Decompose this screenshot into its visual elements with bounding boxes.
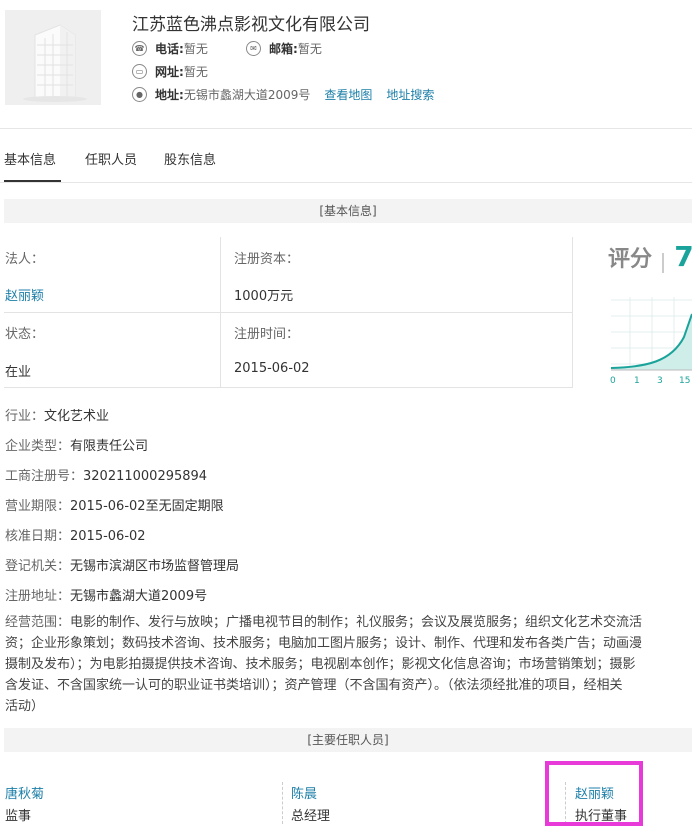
approval-date-row: 核准日期：2015-06-02	[5, 525, 146, 544]
registration-authority-value: 无锡市滨湖区市场监督管理局	[70, 559, 240, 574]
staff-name-link[interactable]: 陈晨	[291, 783, 330, 802]
capital-label: 注册资本：	[234, 252, 300, 267]
website-value: 暂无	[183, 65, 208, 79]
registered-address-label: 注册地址：	[5, 589, 71, 604]
address-search-link[interactable]: 地址搜索	[386, 86, 434, 103]
staff-role: 监事	[5, 809, 32, 824]
staff-role: 总经理	[291, 809, 331, 824]
capital-value: 1000万元	[234, 289, 294, 304]
approval-date-label: 核准日期：	[5, 529, 71, 544]
score-value: 74	[674, 240, 692, 273]
score-chart: 0 1 3 15	[610, 297, 692, 386]
score-label: 评分	[608, 247, 653, 272]
tab-divider	[0, 182, 692, 183]
score-tick-3: 15	[679, 376, 690, 386]
reg-number-label: 工商注册号：	[5, 469, 84, 484]
business-scope-clip: 经营范围：电影的制作、发行与放映；广播电视节目的制作；礼仪服务；会议及展览服务；…	[0, 612, 692, 714]
score-tick-0: 0	[610, 376, 616, 386]
score-tick-1: 1	[634, 376, 640, 386]
registration-authority-label: 登记机关：	[5, 559, 71, 574]
reg-time-label: 注册时间：	[234, 327, 300, 342]
phone-icon: ☎	[132, 41, 147, 56]
registered-address-value: 无锡市蠡湖大道2009号	[70, 589, 208, 604]
company-type-row: 企业类型：有限责任公司	[5, 435, 148, 454]
tab-shareholders[interactable]: 股东信息	[164, 149, 216, 168]
address-label: 地址:	[155, 88, 184, 102]
email-row: ✉ 邮箱: 暂无	[246, 40, 322, 57]
staff-divider	[282, 782, 283, 824]
header-divider	[0, 128, 692, 129]
email-label: 邮箱:	[269, 42, 298, 56]
business-scope: 经营范围：电影的制作、发行与放映；广播电视节目的制作；礼仪服务；会议及展览服务；…	[5, 612, 692, 714]
phone-label: 电话:	[155, 42, 184, 56]
staff-name-link[interactable]: 赵丽颖	[575, 783, 627, 802]
approval-date-value: 2015-06-02	[70, 529, 146, 544]
business-term-label: 营业期限：	[5, 499, 71, 514]
industry-value: 文化艺术业	[44, 409, 110, 424]
grid-divider-horizontal	[4, 312, 573, 313]
industry-label: 行业：	[5, 409, 45, 424]
industry-row: 行业：文化艺术业	[5, 405, 109, 424]
reg-time-value: 2015-06-02	[234, 361, 310, 376]
score-separator	[662, 252, 665, 273]
view-map-link[interactable]: 查看地图	[324, 86, 372, 103]
status-label: 状态：	[5, 327, 45, 342]
legal-person-label: 法人：	[5, 252, 45, 267]
address-row: ● 地址: 无锡市蠡湖大道2009号 查看地图 地址搜索	[132, 86, 434, 103]
registered-address-row: 注册地址：无锡市蠡湖大道2009号	[5, 585, 207, 604]
score-tick-2: 3	[657, 376, 663, 386]
business-scope-label: 经营范围：	[5, 615, 71, 630]
staff-member-3: 赵丽颖 执行董事	[575, 783, 627, 824]
email-value: 暂无	[297, 42, 322, 56]
tab-bar: 基本信息 任职人员 股东信息	[0, 130, 692, 182]
business-term-row: 营业期限：2015-06-02至无固定期限	[5, 495, 224, 514]
reg-number-value: 320211000295894	[83, 469, 208, 484]
tab-staff[interactable]: 任职人员	[85, 149, 137, 168]
website-row: ▭ 网址: 暂无	[132, 63, 208, 80]
basic-info-section-title: [基本信息]	[4, 199, 692, 223]
staff-name-link[interactable]: 唐秋菊	[5, 783, 44, 802]
company-name: 江苏蓝色沸点影视文化有限公司	[132, 15, 370, 35]
business-term-value: 2015-06-02至无固定期限	[70, 499, 224, 514]
score-block: 评分 74	[608, 240, 692, 273]
monitor-icon: ▭	[132, 64, 147, 79]
email-icon: ✉	[246, 41, 261, 56]
legal-person-link[interactable]: 赵丽颖	[5, 285, 44, 304]
company-header: 江苏蓝色沸点影视文化有限公司 ☎ 电话: 暂无 ✉ 邮箱: 暂无 ▭ 网址: 暂…	[0, 0, 692, 128]
registration-authority-row: 登记机关：无锡市滨湖区市场监督管理局	[5, 555, 239, 574]
address-value: 无锡市蠡湖大道2009号	[183, 88, 311, 102]
website-label: 网址:	[155, 65, 184, 79]
company-type-label: 企业类型：	[5, 439, 71, 454]
phone-value: 暂无	[183, 42, 208, 56]
business-scope-text: 电影的制作、发行与放映；广播电视节目的制作；礼仪服务；会议及展览服务；组织文化艺…	[5, 615, 643, 714]
staff-member-2: 陈晨 总经理	[291, 783, 330, 824]
building-icon	[23, 24, 87, 102]
company-logo	[5, 10, 101, 105]
staff-section-title: [主要任职人员]	[4, 728, 692, 752]
company-type-value: 有限责任公司	[70, 439, 149, 454]
staff-member-1: 唐秋菊 监事	[5, 783, 44, 824]
status-value: 在业	[5, 365, 32, 380]
tab-basic-info[interactable]: 基本信息	[4, 149, 56, 168]
phone-row: ☎ 电话: 暂无	[132, 40, 208, 57]
location-pin-icon: ●	[132, 87, 147, 102]
staff-role: 执行董事	[575, 809, 628, 824]
reg-number-row: 工商注册号：320211000295894	[5, 465, 207, 484]
